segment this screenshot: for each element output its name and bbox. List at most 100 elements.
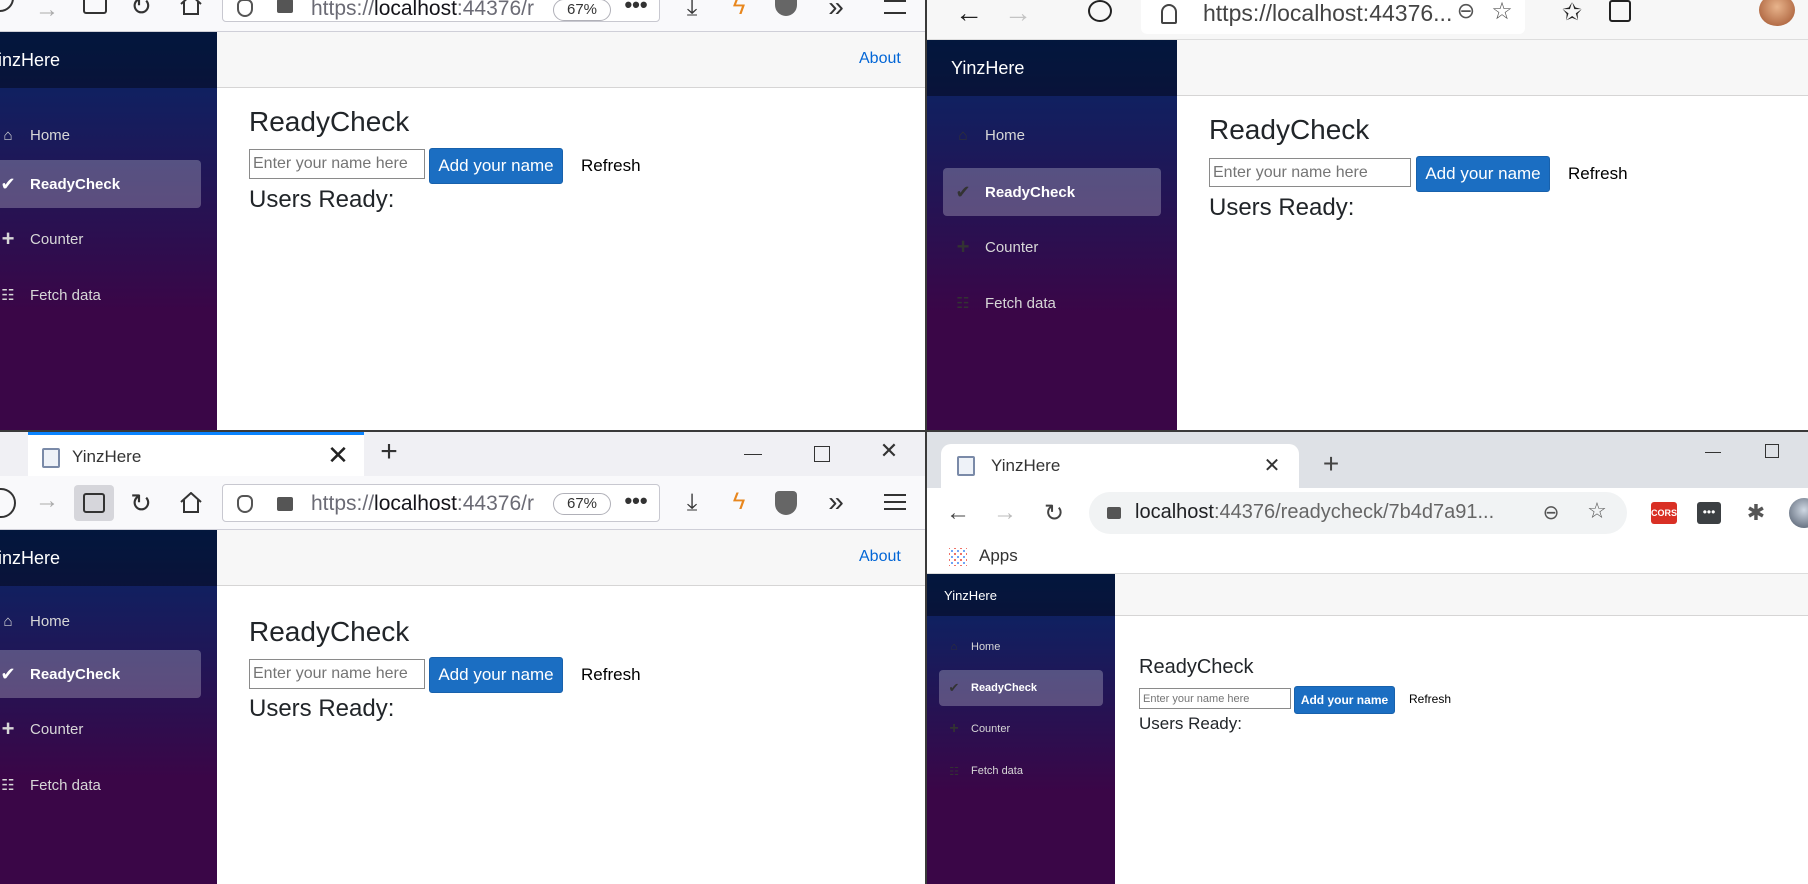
new-tab-icon[interactable]: + bbox=[376, 435, 402, 468]
url-bar[interactable]: https://localhost:44376... ⊖ ☆ bbox=[1141, 0, 1525, 34]
url-bar[interactable]: https://localhost:44376/r 67% ••• bbox=[222, 0, 660, 22]
brand-link[interactable]: inzHere bbox=[0, 548, 60, 569]
nav-counter[interactable]: + Counter bbox=[0, 706, 201, 752]
nav-home[interactable]: ⌂ Home bbox=[939, 630, 1103, 664]
check-icon: ✔ bbox=[0, 173, 16, 194]
download-icon[interactable]: ⤓ bbox=[679, 0, 705, 21]
home-icon[interactable] bbox=[179, 0, 203, 16]
brand-link[interactable]: YinzHere bbox=[951, 58, 1024, 79]
reader-view-button[interactable] bbox=[74, 485, 114, 521]
reload-icon[interactable]: ↻ bbox=[1041, 500, 1067, 527]
hamburger-menu-icon[interactable] bbox=[884, 0, 906, 14]
forward-icon[interactable]: → bbox=[992, 499, 1018, 526]
maximize-icon[interactable] bbox=[814, 446, 830, 462]
reader-view-icon[interactable] bbox=[83, 0, 107, 14]
nav-readycheck[interactable]: ✔ ReadyCheck bbox=[0, 650, 201, 698]
url-text[interactable]: https://localhost:44376/r bbox=[311, 492, 541, 516]
refresh-link[interactable]: Refresh bbox=[1568, 164, 1628, 184]
forward-icon[interactable]: → bbox=[35, 487, 59, 514]
nav-fetch-data[interactable]: ☷ Fetch data bbox=[0, 272, 201, 318]
bookmark-star-icon[interactable]: ☆ bbox=[1585, 498, 1609, 523]
back-icon[interactable] bbox=[0, 488, 16, 518]
nav-counter[interactable]: + Counter bbox=[943, 224, 1161, 270]
collections-icon[interactable] bbox=[1609, 0, 1631, 22]
maximize-icon[interactable] bbox=[1765, 444, 1779, 458]
zoom-level[interactable]: 67% bbox=[553, 493, 611, 515]
shield-icon[interactable] bbox=[237, 0, 253, 17]
hamburger-menu-icon[interactable] bbox=[884, 494, 906, 510]
ublock-icon[interactable] bbox=[775, 491, 797, 515]
refresh-link[interactable]: Refresh bbox=[581, 156, 641, 176]
page-actions-icon[interactable]: ••• bbox=[621, 0, 651, 17]
minimize-icon[interactable] bbox=[744, 454, 762, 455]
nav-home[interactable]: ⌂ Home bbox=[0, 598, 201, 644]
refresh-link[interactable]: Refresh bbox=[581, 665, 641, 685]
add-name-button[interactable]: Add your name bbox=[1294, 686, 1395, 714]
name-input[interactable]: Enter your name here bbox=[1139, 688, 1291, 709]
ublock-icon[interactable] bbox=[775, 0, 797, 16]
add-name-button[interactable]: Add your name bbox=[429, 148, 563, 184]
bookmark-apps[interactable]: Apps bbox=[979, 546, 1018, 566]
minimize-icon[interactable] bbox=[1705, 452, 1721, 453]
brand-link[interactable]: inzHere bbox=[0, 50, 60, 71]
cors-extension-icon[interactable]: CORS bbox=[1651, 502, 1677, 524]
reload-icon[interactable]: ↻ bbox=[128, 488, 154, 518]
refresh-link[interactable]: Refresh bbox=[1409, 692, 1451, 706]
nav-readycheck-label: ReadyCheck bbox=[30, 175, 121, 193]
overflow-menu-icon[interactable]: » bbox=[822, 486, 850, 517]
tab-yinzhere[interactable]: YinzHere ✕ bbox=[28, 432, 364, 476]
favorite-star-icon[interactable]: ☆ bbox=[1489, 0, 1515, 25]
nav-readycheck[interactable]: ✔ ReadyCheck bbox=[939, 670, 1103, 706]
nav-readycheck[interactable]: ✔ ReadyCheck bbox=[0, 160, 201, 208]
overflow-menu-icon[interactable]: » bbox=[822, 0, 850, 22]
nav-readycheck[interactable]: ✔ ReadyCheck bbox=[943, 168, 1161, 216]
nav-counter[interactable]: + Counter bbox=[0, 216, 201, 262]
tab-yinzhere[interactable]: YinzHere ✕ bbox=[941, 444, 1299, 488]
extensions-puzzle-icon[interactable]: ✱ bbox=[1743, 500, 1769, 526]
url-text[interactable]: https://localhost:44376... bbox=[1203, 0, 1452, 27]
close-window-icon[interactable]: ✕ bbox=[878, 438, 900, 463]
reload-icon[interactable]: ↻ bbox=[128, 0, 154, 21]
reload-icon[interactable] bbox=[1088, 0, 1112, 22]
extension-dots-icon[interactable]: ••• bbox=[1697, 502, 1721, 524]
new-tab-icon[interactable]: + bbox=[1319, 448, 1343, 479]
close-tab-icon[interactable]: ✕ bbox=[1261, 454, 1283, 477]
back-icon[interactable]: ← bbox=[953, 0, 985, 28]
nav-home[interactable]: ⌂ Home bbox=[943, 112, 1161, 158]
about-link[interactable]: About bbox=[859, 548, 901, 566]
name-input[interactable]: Enter your name here bbox=[249, 149, 425, 179]
lightning-extension-icon[interactable]: ϟ bbox=[726, 488, 752, 515]
home-icon[interactable] bbox=[179, 492, 203, 514]
download-icon[interactable]: ⤓ bbox=[679, 489, 705, 516]
nav-fetch-data[interactable]: ☷ Fetch data bbox=[0, 762, 201, 808]
url-text[interactable]: https://localhost:44376/r bbox=[311, 0, 541, 21]
url-text[interactable]: localhost:44376/readycheck/7b4d7a91... bbox=[1135, 501, 1494, 524]
nav-fetch-data[interactable]: ☷ Fetch data bbox=[939, 754, 1103, 788]
page-actions-icon[interactable]: ••• bbox=[621, 488, 651, 513]
zoom-icon[interactable]: ⊖ bbox=[1539, 500, 1563, 524]
name-input[interactable]: Enter your name here bbox=[1209, 158, 1411, 187]
add-name-button[interactable]: Add your name bbox=[1416, 156, 1550, 192]
forward-icon[interactable]: → bbox=[1002, 0, 1034, 28]
shield-icon[interactable] bbox=[237, 495, 253, 513]
back-icon[interactable]: ← bbox=[945, 499, 971, 526]
nav-fetch-data[interactable]: ☷ Fetch data bbox=[943, 280, 1161, 326]
close-tab-icon[interactable]: ✕ bbox=[326, 440, 350, 470]
lightning-extension-icon[interactable]: ϟ bbox=[726, 0, 752, 20]
profile-avatar[interactable] bbox=[1759, 0, 1795, 26]
about-link[interactable]: About bbox=[859, 50, 901, 68]
nav-counter[interactable]: + Counter bbox=[939, 712, 1103, 746]
back-icon[interactable] bbox=[0, 0, 14, 12]
profile-avatar[interactable] bbox=[1789, 498, 1808, 528]
add-name-button[interactable]: Add your name bbox=[429, 657, 563, 693]
forward-icon[interactable]: → bbox=[35, 0, 59, 23]
omnibox[interactable]: localhost:44376/readycheck/7b4d7a91... ⊖… bbox=[1089, 492, 1627, 534]
url-bar[interactable]: https://localhost:44376/r 67% ••• bbox=[222, 484, 660, 522]
name-input[interactable]: Enter your name here bbox=[249, 659, 425, 689]
zoom-level[interactable]: 67% bbox=[553, 0, 611, 21]
nav-home[interactable]: ⌂ Home bbox=[0, 112, 201, 158]
favorites-icon[interactable]: ✩ bbox=[1557, 0, 1587, 26]
zoom-out-icon[interactable]: ⊖ bbox=[1453, 0, 1479, 24]
url-host: localhost bbox=[1135, 501, 1214, 523]
brand-link[interactable]: YinzHere bbox=[944, 588, 997, 603]
